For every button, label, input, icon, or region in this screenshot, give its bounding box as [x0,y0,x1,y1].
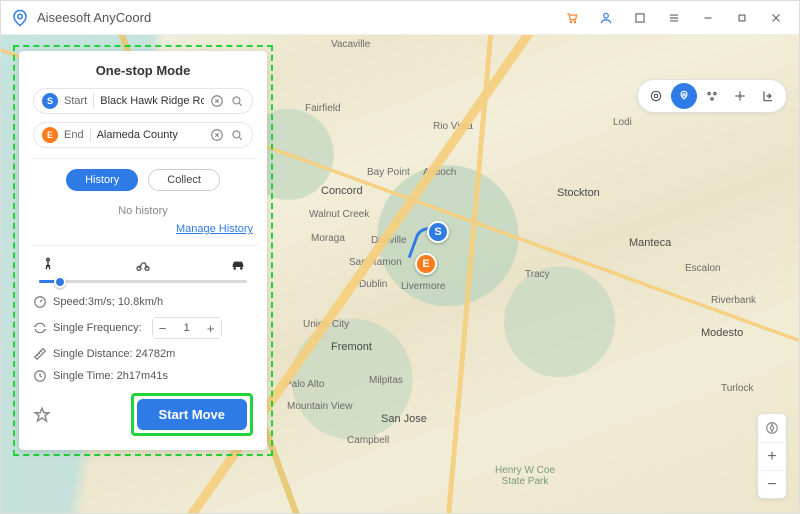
account-icon[interactable] [593,5,619,31]
map-label: Danville [371,235,407,246]
map-label: San Ramon [349,257,402,268]
tab-history[interactable]: History [66,169,138,191]
app-title: Aiseesoft AnyCoord [37,10,151,25]
cart-icon[interactable] [559,5,585,31]
map-label: Henry W Coe State Park [495,465,555,487]
freq-plus-button[interactable]: + [201,318,221,338]
start-input[interactable] [100,95,204,107]
search-icon[interactable] [230,94,244,108]
mode-one-stop-icon[interactable] [671,83,697,109]
map-label: Campbell [347,435,389,446]
speed-value: Speed:3m/s; 10.8km/h [53,296,163,308]
panel-title: One-stop Mode [33,63,253,78]
clear-icon[interactable] [210,94,224,108]
map-label: Rio Vista [433,121,473,132]
panel-highlight: One-stop Mode S Start E End History Coll… [13,45,273,456]
zoom-control: + − [757,413,787,499]
map-label: Antioch [423,167,456,178]
map-label: Union City [303,319,349,330]
map-label: Concord [321,185,363,197]
tab-collect[interactable]: Collect [148,169,220,191]
walk-icon[interactable] [39,256,57,274]
mode-toolbar [637,79,787,113]
distance-row: Single Distance: 24782m [33,347,253,361]
map-label: Fairfield [305,103,341,114]
repeat-icon [33,321,47,335]
mode-export-icon[interactable] [755,83,781,109]
time-value: Single Time: 2h17m41s [53,370,168,382]
zoom-in-button[interactable]: + [758,442,786,470]
map-label: Manteca [629,237,671,249]
route-start-pin[interactable]: S [427,221,449,243]
start-location-row: S Start [33,88,253,114]
end-label: End [64,129,84,141]
zoom-out-button[interactable]: − [758,470,786,498]
ruler-icon [33,347,47,361]
map-label: Bay Point [367,167,410,178]
start-badge-icon: S [42,93,58,109]
frequency-row: Single Frequency: − 1 + [33,317,253,339]
mode-joystick-icon[interactable] [727,83,753,109]
freq-minus-button[interactable]: − [153,318,173,338]
clock-icon [33,369,47,383]
time-row: Single Time: 2h17m41s [33,369,253,383]
no-history-text: No history [33,205,253,217]
history-tabs: History Collect [33,169,253,191]
frequency-label: Single Frequency: [53,322,142,334]
gauge-icon [33,295,47,309]
map-label: Modesto [701,327,743,339]
map-label: Turlock [721,383,753,394]
map-label: San Jose [381,413,427,425]
map-label: Moraga [311,233,345,244]
menu-icon[interactable] [661,5,687,31]
app-logo-icon [11,9,29,27]
map-label: Stockton [557,187,600,199]
speed-slider[interactable] [39,280,247,283]
map-label: Walnut Creek [309,209,369,220]
map-label: Lodi [613,117,632,128]
route-end-pin[interactable]: E [415,253,437,275]
one-stop-panel: One-stop Mode S Start E End History Coll… [19,51,267,450]
map-label: Vacaville [331,39,370,50]
start-move-button[interactable]: Start Move [137,399,247,430]
clear-icon[interactable] [210,128,224,142]
minimize-button[interactable] [695,5,721,31]
freq-value: 1 [173,322,201,334]
mode-multi-stop-icon[interactable] [699,83,725,109]
slider-thumb[interactable] [54,276,66,288]
map-label: Tracy [525,269,550,280]
map-label: Escalon [685,263,721,274]
close-button[interactable] [763,5,789,31]
map-label: Livermore [401,281,445,292]
speed-mode-row [33,256,253,274]
compass-icon[interactable] [758,414,786,442]
maximize-button[interactable] [729,5,755,31]
car-icon[interactable] [229,256,247,274]
map-label: Dublin [359,279,387,290]
mode-modify-location-icon[interactable] [643,83,669,109]
bike-icon[interactable] [134,256,152,274]
map-label: Milpitas [369,375,403,386]
start-label: Start [64,95,87,107]
favorite-icon[interactable] [33,406,51,424]
map-label: Mountain View [287,401,352,412]
route-line [408,223,447,266]
end-badge-icon: E [42,127,58,143]
titlebar: Aiseesoft AnyCoord [1,1,799,35]
search-icon[interactable] [230,128,244,142]
end-location-row: E End [33,122,253,148]
end-input[interactable] [97,129,204,141]
manage-history-link[interactable]: Manage History [33,223,253,235]
distance-value: Single Distance: 24782m [53,348,175,360]
frequency-stepper: − 1 + [152,317,222,339]
map-label: Fremont [331,341,372,353]
map-label: Palo Alto [285,379,324,390]
window-icon[interactable] [627,5,653,31]
map-label: Riverbank [711,295,756,306]
speed-row: Speed:3m/s; 10.8km/h [33,295,253,309]
start-move-highlight: Start Move [131,393,253,436]
